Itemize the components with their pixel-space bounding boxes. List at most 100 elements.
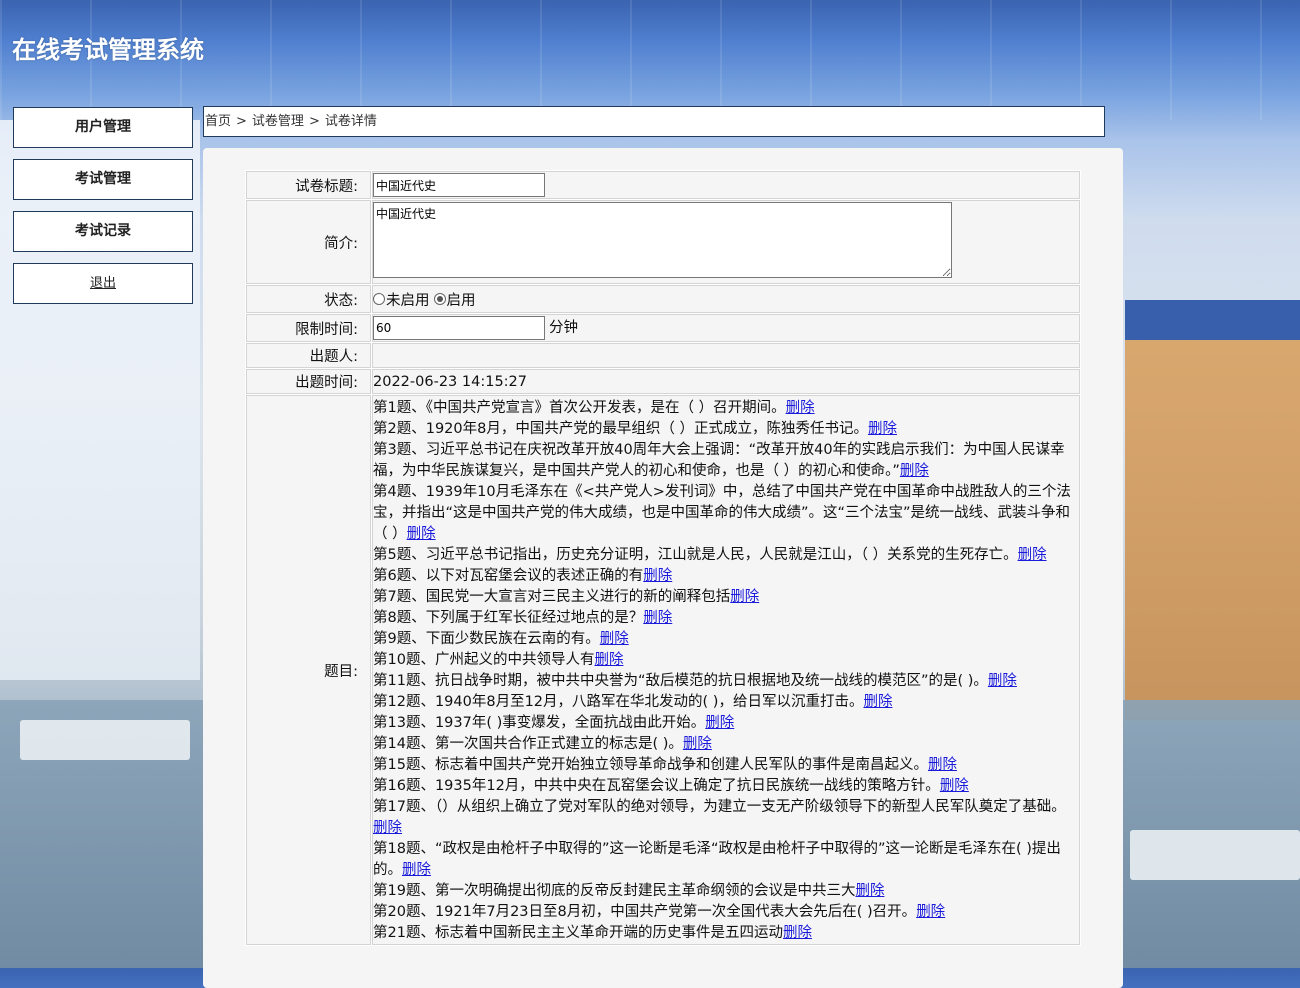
delete-question-link[interactable]: 删除 [940, 778, 969, 794]
delete-question-link[interactable]: 删除 [643, 568, 672, 584]
question-item: 第4题、1939年10月毛泽东在《<共产党人>发刊词》中，总结了中国共产党在中国… [373, 482, 1079, 545]
sidebar-item-logout[interactable]: 退出 [13, 263, 193, 304]
question-text: 第12题、1940年8月至12月，八路军在华北发动的( )，给日军以沉重打击。 [373, 694, 864, 710]
question-text: 第17题、（）从组织上确立了党对军队的绝对领导，为建立一支无产阶级领导下的新型人… [373, 799, 1066, 815]
status-option-disabled[interactable]: 未启用 [373, 289, 430, 310]
question-text: 第20题、1921年7月23日至8月初，中国共产党第一次全国代表大会先后在( )… [373, 904, 917, 920]
question-text: 第2题、1920年8月，中国共产党的最早组织（ ）正式成立，陈独秀任书记。 [373, 421, 868, 437]
question-list: 第1题、《中国共产党宣言》首次公开发表，是在（ ）召开期间。删除 第2题、1920… [373, 396, 1079, 944]
row-intro: 简介: 中国近代史 [246, 200, 1080, 284]
question-text: 第15题、标志着中国共产党开始独立领导革命战争和创建人民军队的事件是南昌起义。 [373, 757, 928, 773]
author-value [372, 343, 1080, 368]
questions-cell: 第1题、《中国共产党宣言》首次公开发表，是在（ ）召开期间。删除 第2题、1920… [372, 395, 1080, 945]
time-limit-cell: 分钟 [372, 314, 1080, 342]
question-text: 第4题、1939年10月毛泽东在《<共产党人>发刊词》中，总结了中国共产党在中国… [373, 484, 1071, 542]
background-door [1125, 300, 1300, 720]
delete-question-link[interactable]: 删除 [643, 610, 672, 626]
row-questions: 题目: 第1题、《中国共产党宣言》首次公开发表，是在（ ）召开期间。删除 第2题、… [246, 395, 1080, 945]
breadcrumb: 首页 > 试卷管理 > 试卷详情 [203, 106, 1105, 137]
time-limit-unit: 分钟 [549, 320, 578, 336]
delete-question-link[interactable]: 删除 [730, 589, 759, 605]
delete-question-link[interactable]: 删除 [402, 862, 431, 878]
title-label: 试卷标题: [246, 171, 371, 199]
question-text: 第6题、以下对瓦窑堡会议的表述正确的有 [373, 568, 644, 584]
created-time-value: 2022-06-23 14:15:27 [372, 369, 1080, 394]
question-item: 第7题、国民党一大宣言对三民主义进行的新的阐释包括删除 [373, 587, 1079, 608]
delete-question-link[interactable]: 删除 [863, 694, 892, 710]
author-label: 出题人: [246, 343, 371, 368]
sidebar-item-user-management[interactable]: 用户管理 [13, 107, 193, 148]
delete-question-link[interactable]: 删除 [855, 883, 884, 899]
status-option-disabled-label: 未启用 [386, 292, 430, 309]
question-text: 第3题、习近平总书记在庆祝改革开放40周年大会上强调：“改革开放40年的实践启示… [373, 442, 1065, 479]
delete-question-link[interactable]: 删除 [900, 463, 929, 479]
sidebar-item-exam-management[interactable]: 考试管理 [13, 159, 193, 200]
status-cell: 未启用 启用 [372, 285, 1080, 313]
delete-question-link[interactable]: 删除 [373, 820, 402, 836]
intro-textarea[interactable]: 中国近代史 [373, 202, 952, 278]
question-item: 第3题、习近平总书记在庆祝改革开放40周年大会上强调：“改革开放40年的实践启示… [373, 440, 1079, 482]
delete-question-link[interactable]: 删除 [600, 631, 629, 647]
intro-label: 简介: [246, 200, 371, 284]
delete-question-link[interactable]: 删除 [705, 715, 734, 731]
row-title: 试卷标题: [246, 171, 1080, 199]
question-text: 第21题、标志着中国新民主主义革命开端的历史事件是五四运动 [373, 925, 783, 941]
question-item: 第17题、（）从组织上确立了党对军队的绝对领导，为建立一支无产阶级领导下的新型人… [373, 797, 1079, 839]
radio-enabled[interactable] [433, 293, 446, 305]
breadcrumb-separator: > [308, 114, 320, 129]
delete-question-link[interactable]: 删除 [868, 421, 897, 437]
question-item: 第14题、第一次国共合作正式建立的标志是( )。删除 [373, 734, 1079, 755]
paper-title-input[interactable] [373, 173, 545, 197]
delete-question-link[interactable]: 删除 [594, 652, 623, 668]
background-desk [20, 720, 190, 760]
question-text: 第10题、广州起义的中共领导人有 [373, 652, 595, 668]
row-time-limit: 限制时间: 分钟 [246, 314, 1080, 342]
question-text: 第13题、1937年( )事变爆发，全面抗战由此开始。 [373, 715, 706, 731]
question-text: 第14题、第一次国共合作正式建立的标志是( )。 [373, 736, 683, 752]
question-item: 第6题、以下对瓦窑堡会议的表述正确的有删除 [373, 566, 1079, 587]
background-desk [1130, 830, 1300, 880]
sidebar: 用户管理 考试管理 考试记录 退出 [13, 107, 193, 315]
delete-question-link[interactable]: 删除 [683, 736, 712, 752]
question-item: 第13题、1937年( )事变爆发，全面抗战由此开始。删除 [373, 713, 1079, 734]
question-text: 第1题、《中国共产党宣言》首次公开发表，是在（ ）召开期间。 [373, 400, 786, 416]
row-created-time: 出题时间: 2022-06-23 14:15:27 [246, 369, 1080, 394]
created-time-label: 出题时间: [246, 369, 371, 394]
delete-question-link[interactable]: 删除 [407, 526, 436, 542]
delete-question-link[interactable]: 删除 [1018, 547, 1047, 563]
question-text: 第11题、抗日战争时期，被中共中央誉为“敌后模范的抗日根据地及统一战线的模范区”… [373, 673, 988, 689]
question-text: 第7题、国民党一大宣言对三民主义进行的新的阐释包括 [373, 589, 731, 605]
question-item: 第21题、标志着中国新民主主义革命开端的历史事件是五四运动删除 [373, 923, 1079, 944]
question-item: 第18题、“政权是由枪杆子中取得的”这一论断是毛泽“政权是由枪杆子中取得的”这一… [373, 839, 1079, 881]
delete-question-link[interactable]: 删除 [783, 925, 812, 941]
question-text: 第9题、下面少数民族在云南的有。 [373, 631, 600, 647]
breadcrumb-home[interactable]: 首页 [205, 114, 231, 129]
question-item: 第20题、1921年7月23日至8月初，中国共产党第一次全国代表大会先后在( )… [373, 902, 1079, 923]
row-status: 状态: 未启用 启用 [246, 285, 1080, 313]
breadcrumb-paper-management[interactable]: 试卷管理 [252, 114, 304, 129]
question-item: 第5题、习近平总书记指出，历史充分证明，江山就是人民，人民就是江山，（ ）关系党… [373, 545, 1079, 566]
status-option-enabled-label: 启用 [446, 292, 476, 309]
breadcrumb-paper-detail: 试卷详情 [324, 114, 377, 129]
question-item: 第8题、下列属于红军长征经过地点的是？删除 [373, 608, 1079, 629]
time-limit-input[interactable] [373, 316, 545, 340]
delete-question-link[interactable]: 删除 [916, 904, 945, 920]
status-option-enabled[interactable]: 启用 [430, 289, 476, 310]
question-item: 第12题、1940年8月至12月，八路军在华北发动的( )，给日军以沉重打击。删… [373, 692, 1079, 713]
sidebar-item-exam-records[interactable]: 考试记录 [13, 211, 193, 252]
questions-label: 题目: [246, 395, 371, 945]
intro-cell: 中国近代史 [372, 200, 1080, 284]
question-text: 第5题、习近平总书记指出，历史充分证明，江山就是人民，人民就是江山，（ ）关系党… [373, 547, 1018, 563]
delete-question-link[interactable]: 删除 [988, 673, 1017, 689]
question-item: 第2题、1920年8月，中国共产党的最早组织（ ）正式成立，陈独秀任书记。删除 [373, 419, 1079, 440]
delete-question-link[interactable]: 删除 [928, 757, 957, 773]
delete-question-link[interactable]: 删除 [786, 400, 815, 416]
radio-disabled[interactable] [373, 293, 385, 305]
question-item: 第19题、第一次明确提出彻底的反帝反封建民主革命纲领的会议是中共三大删除 [373, 881, 1079, 902]
time-limit-label: 限制时间: [246, 314, 371, 342]
status-label: 状态: [246, 285, 371, 313]
question-text: 第16题、1935年12月，中共中央在瓦窑堡会议上确定了抗日民族统一战线的策略方… [373, 778, 940, 794]
title-cell [372, 171, 1080, 199]
question-text: 第18题、“政权是由枪杆子中取得的”这一论断是毛泽“政权是由枪杆子中取得的”这一… [373, 841, 1061, 878]
question-text: 第8题、下列属于红军长征经过地点的是？ [373, 610, 644, 626]
